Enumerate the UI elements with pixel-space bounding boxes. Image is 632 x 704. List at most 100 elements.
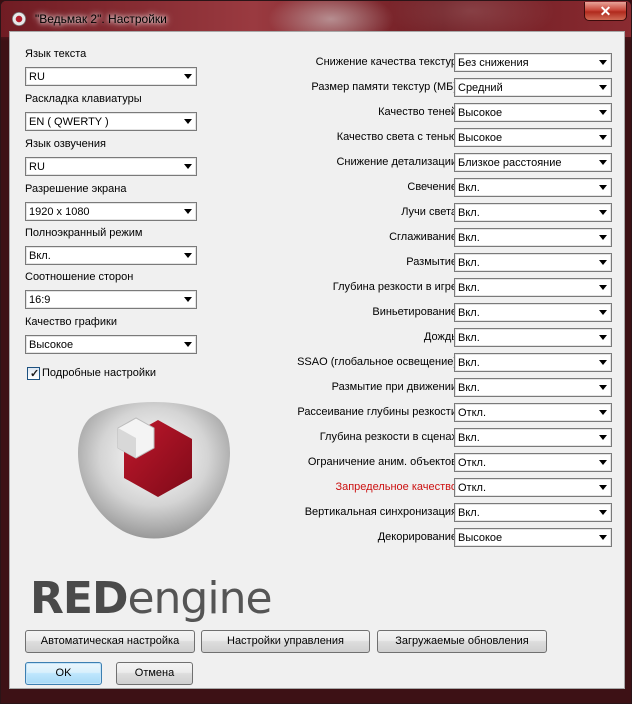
vignette-select[interactable]: Вкл.: [454, 303, 612, 322]
ubersampling-select[interactable]: Откл.: [454, 478, 612, 497]
bloom-label: Свечение: [407, 181, 457, 193]
texture-memory-select[interactable]: Средний: [454, 78, 612, 97]
chevron-down-icon: [599, 410, 607, 415]
select-value: Откл.: [458, 457, 487, 469]
ssao-select[interactable]: Вкл.: [454, 353, 612, 372]
decals-select[interactable]: Высокое: [454, 528, 612, 547]
ubersampling-label: Запредельное качество: [335, 481, 457, 493]
select-value: 16:9: [29, 294, 51, 306]
chevron-down-icon: [599, 185, 607, 190]
select-value: Высокое: [29, 339, 74, 351]
fullscreen-select[interactable]: Вкл.: [25, 246, 197, 265]
chevron-down-icon: [184, 297, 192, 302]
select-value: Без снижения: [458, 57, 529, 69]
settings-window: "Ведьмак 2". Настройки ✕ Язык текста RU …: [0, 0, 632, 704]
text-language-select[interactable]: RU: [25, 67, 197, 86]
anim-limit-label: Ограничение аним. объектов: [307, 456, 457, 468]
select-value: Откл.: [458, 407, 487, 419]
chevron-down-icon: [599, 335, 607, 340]
select-value: Вкл.: [458, 507, 480, 519]
chevron-down-icon: [184, 209, 192, 214]
select-value: Вкл.: [458, 357, 480, 369]
select-value: Откл.: [458, 482, 487, 494]
resolution-select[interactable]: 1920 x 1080: [25, 202, 197, 221]
dof-scattering-select[interactable]: Откл.: [454, 403, 612, 422]
chevron-down-icon: [599, 510, 607, 515]
cancel-button[interactable]: Отмена: [116, 662, 193, 685]
select-value: Близкое расстояние: [458, 157, 562, 169]
blur-select[interactable]: Вкл.: [454, 253, 612, 272]
select-value: EN ( QWERTY ): [29, 116, 109, 128]
motion-blur-select[interactable]: Вкл.: [454, 378, 612, 397]
voice-language-select[interactable]: RU: [25, 157, 197, 176]
bloom-select[interactable]: Вкл.: [454, 178, 612, 197]
chevron-down-icon: [184, 74, 192, 79]
fullscreen-label: Полноэкранный режим: [25, 227, 143, 239]
decals-label: Декорирование: [377, 531, 457, 543]
downloadable-updates-button[interactable]: Загружаемые обновления: [377, 630, 547, 653]
select-value: Вкл.: [458, 332, 480, 344]
texture-downscale-select[interactable]: Без снижения: [454, 53, 612, 72]
control-settings-button[interactable]: Настройки управления: [201, 630, 370, 653]
select-value: RU: [29, 71, 45, 83]
chevron-down-icon: [599, 60, 607, 65]
close-button[interactable]: ✕: [584, 2, 627, 21]
select-value: Вкл.: [458, 282, 480, 294]
graphics-quality-label: Качество графики: [25, 316, 117, 328]
anim-limit-select[interactable]: Откл.: [454, 453, 612, 472]
voice-language-label: Язык озвучения: [25, 138, 106, 150]
chevron-down-icon: [599, 160, 607, 165]
antialiasing-label: Сглаживание: [389, 231, 457, 243]
app-icon: [12, 12, 26, 26]
light-shafts-select[interactable]: Вкл.: [454, 203, 612, 222]
advanced-settings-label[interactable]: Подробные настройки: [42, 367, 156, 379]
chevron-down-icon: [599, 110, 607, 115]
chevron-down-icon: [599, 485, 607, 490]
wordmark-red: RED: [30, 573, 128, 624]
checkmark-icon: ✓: [30, 368, 40, 380]
select-value: Вкл.: [458, 232, 480, 244]
vsync-select[interactable]: Вкл.: [454, 503, 612, 522]
chevron-down-icon: [599, 385, 607, 390]
aspect-ratio-select[interactable]: 16:9: [25, 290, 197, 309]
antialiasing-select[interactable]: Вкл.: [454, 228, 612, 247]
rain-label: Дождь: [423, 331, 457, 343]
gameplay-dof-select[interactable]: Вкл.: [454, 278, 612, 297]
chevron-down-icon: [599, 360, 607, 365]
ok-button[interactable]: OK: [25, 662, 102, 685]
select-value: Вкл.: [458, 382, 480, 394]
graphics-quality-select[interactable]: Высокое: [25, 335, 197, 354]
select-value: Высокое: [458, 107, 503, 119]
select-value: Средний: [458, 82, 503, 94]
chevron-down-icon: [184, 164, 192, 169]
chevron-down-icon: [184, 253, 192, 258]
select-value: Вкл.: [458, 207, 480, 219]
gameplay-dof-label: Глубина резкости в игре: [332, 281, 457, 293]
chevron-down-icon: [599, 210, 607, 215]
rain-select[interactable]: Вкл.: [454, 328, 612, 347]
shadow-quality-select[interactable]: Высокое: [454, 103, 612, 122]
chevron-down-icon: [599, 135, 607, 140]
select-value: Вкл.: [458, 307, 480, 319]
advanced-settings-checkbox[interactable]: ✓: [27, 367, 40, 380]
select-value: 1920 x 1080: [29, 206, 90, 218]
cutscene-dof-select[interactable]: Вкл.: [454, 428, 612, 447]
chevron-down-icon: [184, 119, 192, 124]
select-value: RU: [29, 161, 45, 173]
chevron-down-icon: [599, 310, 607, 315]
keyboard-layout-label: Раскладка клавиатуры: [25, 93, 142, 105]
lod-select[interactable]: Близкое расстояние: [454, 153, 612, 172]
keyboard-layout-select[interactable]: EN ( QWERTY ): [25, 112, 197, 131]
auto-configure-button[interactable]: Автоматическая настройка: [25, 630, 195, 653]
chevron-down-icon: [599, 460, 607, 465]
texture-memory-label: Размер памяти текстур (МБ): [311, 81, 457, 93]
select-value: Вкл.: [458, 182, 480, 194]
motion-blur-label: Размытие при движении: [331, 381, 457, 393]
window-title: "Ведьмак 2". Настройки: [35, 12, 167, 26]
vignette-label: Виньетирование: [372, 306, 457, 318]
select-value: Вкл.: [458, 257, 480, 269]
shadow-light-quality-select[interactable]: Высокое: [454, 128, 612, 147]
chevron-down-icon: [599, 260, 607, 265]
redengine-logo-icon: [70, 392, 238, 544]
close-icon: ✕: [599, 3, 612, 19]
